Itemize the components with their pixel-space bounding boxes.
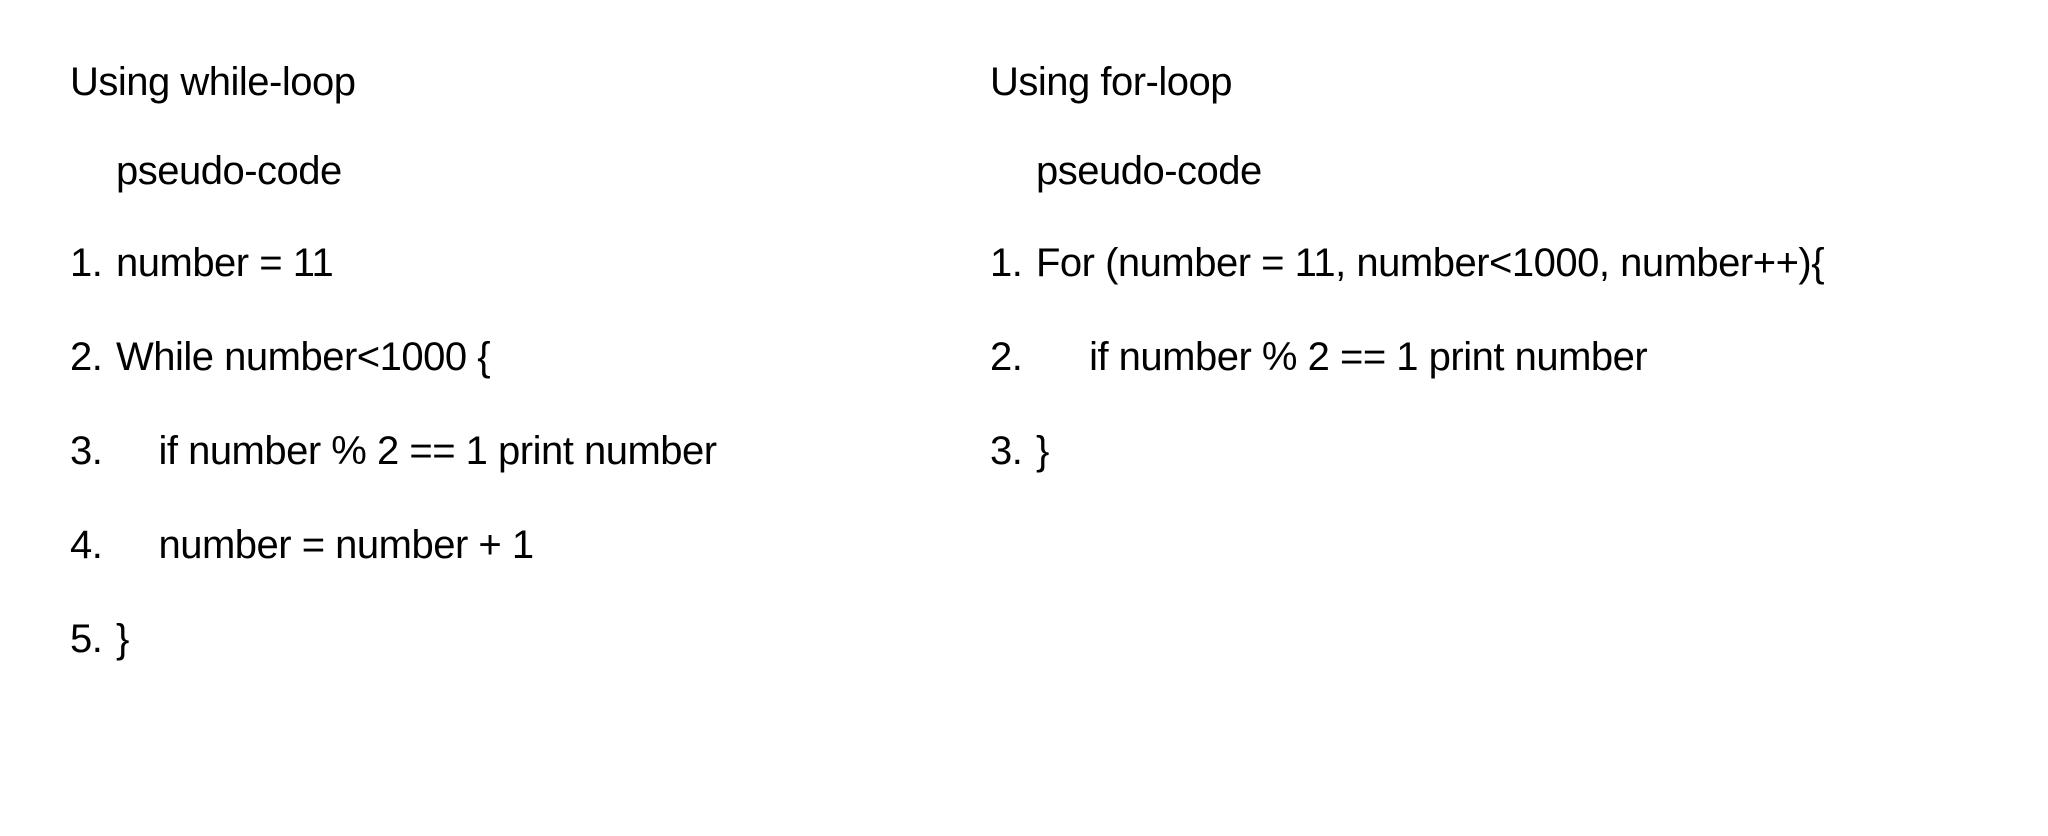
for-loop-subheading: pseudo-code <box>990 149 1978 194</box>
code-line: number = 11 <box>116 238 333 288</box>
code-line: } <box>1036 426 1049 476</box>
while-loop-column: Using while-loop pseudo-code number = 11… <box>70 60 950 776</box>
for-loop-heading: Using for-loop <box>990 60 1978 105</box>
while-loop-subheading: pseudo-code <box>70 149 950 194</box>
code-line: if number % 2 == 1 print number <box>116 426 717 476</box>
while-loop-heading: Using while-loop <box>70 60 950 105</box>
code-line: While number<1000 { <box>116 332 490 382</box>
list-item: if number % 2 == 1 print number <box>70 426 950 476</box>
code-line: number = number + 1 <box>116 520 534 570</box>
code-line: For (number = 11, number<1000, number++)… <box>1036 238 1824 288</box>
list-item: if number % 2 == 1 print number <box>990 332 1978 382</box>
while-loop-list: number = 11 While number<1000 { if numbe… <box>70 238 950 708</box>
list-item: number = 11 <box>70 238 950 288</box>
list-item: } <box>990 426 1978 476</box>
list-item: For (number = 11, number<1000, number++)… <box>990 238 1978 288</box>
list-item: } <box>70 614 950 664</box>
code-line: if number % 2 == 1 print number <box>1036 332 1647 382</box>
for-loop-column: Using for-loop pseudo-code For (number =… <box>990 60 1978 776</box>
code-line: } <box>116 614 129 664</box>
list-item: number = number + 1 <box>70 520 950 570</box>
for-loop-list: For (number = 11, number<1000, number++)… <box>990 238 1978 520</box>
list-item: While number<1000 { <box>70 332 950 382</box>
